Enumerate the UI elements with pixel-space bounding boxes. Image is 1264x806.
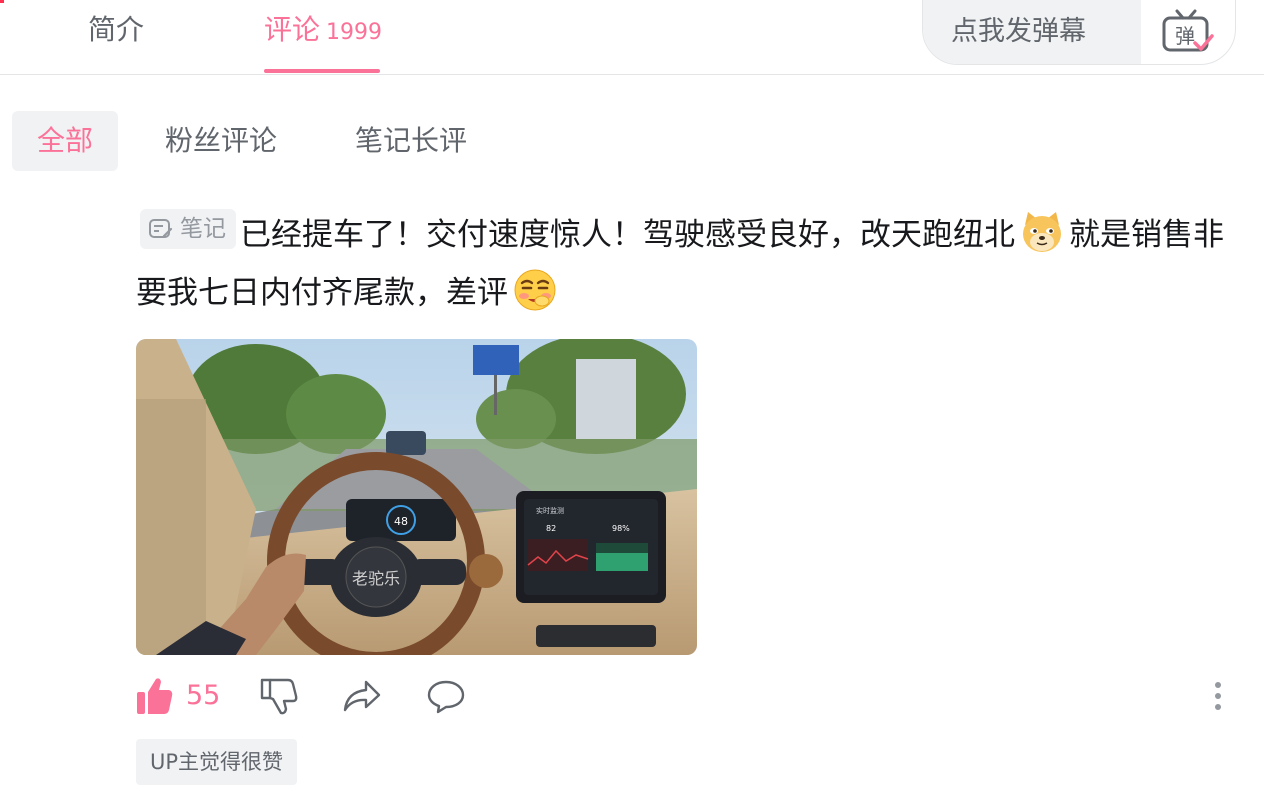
like-button[interactable] xyxy=(136,676,174,720)
up-liked-badge: UP主觉得很赞 xyxy=(136,739,298,785)
comment-actions: 55 xyxy=(136,676,1236,720)
danmaku-toggle-button[interactable]: 弹 xyxy=(1159,5,1215,57)
like-count: 55 xyxy=(186,680,221,711)
tab-comments[interactable]: 评论 1999 xyxy=(264,10,382,50)
photo-screen-title: 实时监测 xyxy=(536,506,564,515)
share-button[interactable] xyxy=(342,676,382,720)
note-icon xyxy=(149,219,173,238)
more-options-button[interactable] xyxy=(1212,680,1224,716)
more-vertical-icon xyxy=(1215,682,1221,710)
filter-notes[interactable]: 笔记长评 xyxy=(355,111,467,171)
comment-photo[interactable]: 48 实时监测 82 98% 老驼乐 xyxy=(136,339,697,655)
tab-intro[interactable]: 简介 xyxy=(88,10,144,50)
photo-spo2-value: 98% xyxy=(612,524,630,533)
reply-button[interactable] xyxy=(426,676,466,720)
thumbs-up-icon xyxy=(137,678,173,714)
comment-bubble-icon xyxy=(427,680,465,714)
comment-body: 笔记 已经提车了！交付速度惊人！驾驶感受良好，改天跑纽北 就是销售非要我七日内付… xyxy=(136,206,1236,322)
filter-fans[interactable]: 粉丝评论 xyxy=(165,111,277,171)
danmaku-input[interactable]: 点我发弹幕 xyxy=(923,0,1141,64)
smirk-blush-emoji-icon xyxy=(514,269,556,311)
thumbs-down-icon xyxy=(260,678,298,715)
tab-bar: 简介 评论 1999 点我发弹幕 弹 xyxy=(0,0,1264,75)
photo-speed: 48 xyxy=(394,515,408,528)
tab-comments-label: 评论 xyxy=(264,13,321,46)
photo-steering-text: 老驼乐 xyxy=(352,569,400,588)
filter-all[interactable]: 全部 xyxy=(12,111,118,171)
comment-item: 笔记 已经提车了！交付速度惊人！驾驶感受良好，改天跑纽北 就是销售非要我七日内付… xyxy=(136,206,1236,322)
dislike-button[interactable] xyxy=(260,676,298,720)
danmaku-bar: 点我发弹幕 弹 xyxy=(922,0,1236,65)
photo-hr-value: 82 xyxy=(546,524,556,533)
note-badge-label: 笔记 xyxy=(180,216,226,242)
tab-comments-count: 1999 xyxy=(326,20,383,45)
danmaku-tv-icon: 弹 xyxy=(1162,9,1214,52)
danmaku-toggle-label: 弹 xyxy=(1175,24,1195,48)
active-tab-indicator xyxy=(264,69,380,73)
note-badge[interactable]: 笔记 xyxy=(140,209,236,249)
car-interior-photo: 48 实时监测 82 98% 老驼乐 xyxy=(136,339,697,655)
doge-emoji-icon xyxy=(1023,212,1061,252)
share-icon xyxy=(343,680,381,712)
comment-text-part1: 已经提车了！交付速度惊人！驾驶感受良好，改天跑纽北 xyxy=(240,217,1015,253)
